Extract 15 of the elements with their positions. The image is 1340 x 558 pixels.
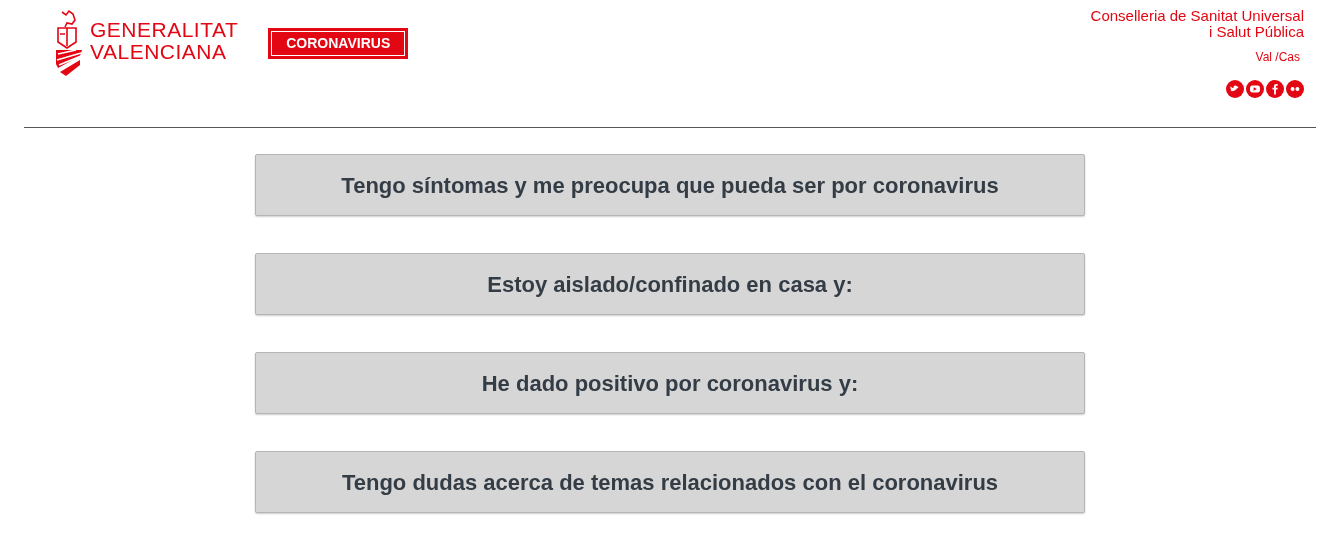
coat-of-arms-icon <box>54 8 84 78</box>
coronavirus-badge[interactable]: CORONAVIRUS <box>268 28 409 59</box>
logo-text: GENERALITAT <box>90 19 239 41</box>
bird-icon[interactable] <box>1226 80 1244 98</box>
option-button[interactable]: Tengo dudas acerca de temas relacionados con el coronavirus <box>255 451 1085 513</box>
department-name: Conselleria de Sanitat Universal i Salut Pública <box>1090 8 1304 40</box>
language-link[interactable]: Val /Cas <box>1255 48 1300 66</box>
play-icon[interactable] <box>1246 80 1264 98</box>
option-button[interactable]: Estoy aislado/confinado en casa y: <box>255 253 1085 315</box>
facebook-icon[interactable] <box>1266 80 1284 98</box>
logo[interactable]: GENERALITAT VALENCIANA <box>54 8 239 78</box>
option-button[interactable]: Tengo síntomas y me preocupa que pueda ser por coronavirus <box>255 154 1085 216</box>
dots-icon[interactable] <box>1286 80 1304 98</box>
option-button[interactable]: He dado positivo por coronavirus y: <box>255 352 1085 414</box>
logo-text: VALENCIANA <box>90 41 228 63</box>
